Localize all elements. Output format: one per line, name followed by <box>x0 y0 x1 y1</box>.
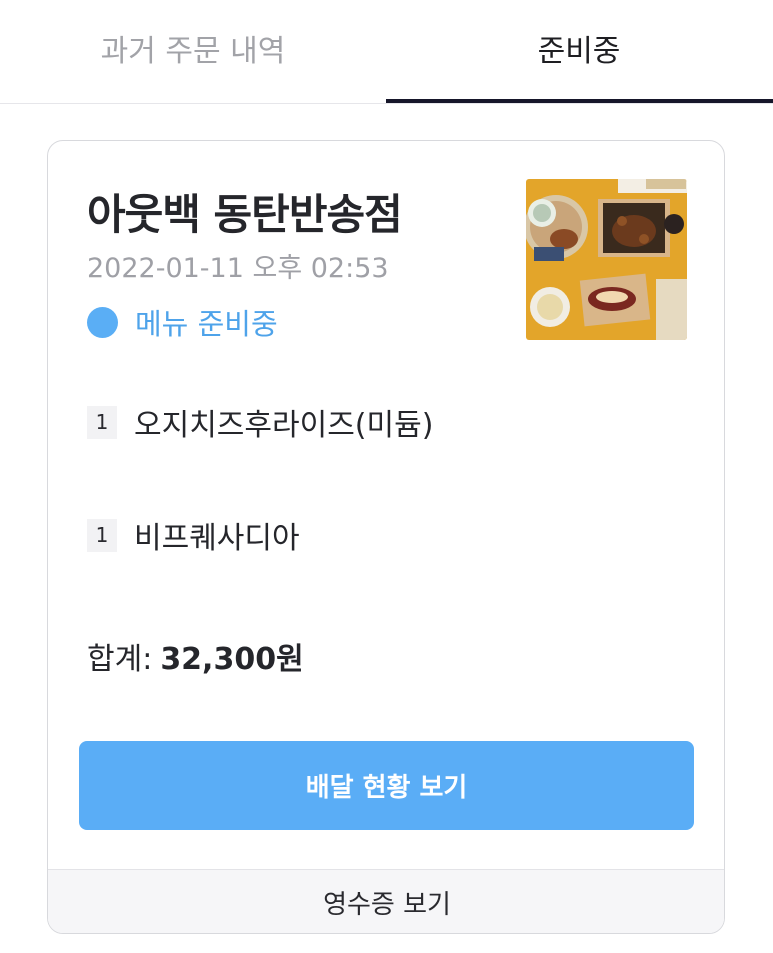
item-quantity: 1 <box>87 518 117 552</box>
order-card: 아웃백 동탄반송점 2022-01-11 오후 02:53 메뉴 준비중 1 오… <box>47 140 725 934</box>
item-quantity: 1 <box>87 405 117 439</box>
track-delivery-button[interactable]: 배달 현황 보기 <box>79 741 694 830</box>
status-label: 메뉴 준비중 <box>135 307 278 341</box>
total-label: 합계: <box>87 642 153 677</box>
order-total: 합계: 32,300원 <box>87 634 304 678</box>
status-dot-icon <box>87 306 118 338</box>
store-thumbnail <box>526 179 687 340</box>
active-tab-indicator <box>386 99 773 103</box>
store-name: 아웃백 동탄반송점 <box>87 190 403 239</box>
item-name: 비프퀘사디아 <box>134 521 300 556</box>
order-tabs: 과거 주문 내역 준비중 <box>0 0 773 104</box>
view-receipt-button[interactable]: 영수증 보기 <box>48 869 724 933</box>
order-item: 1 오지치즈후라이즈(미듐) <box>87 400 433 444</box>
order-status: 메뉴 준비중 <box>87 301 278 343</box>
order-datetime: 2022-01-11 오후 02:53 <box>87 253 389 284</box>
order-item: 1 비프퀘사디아 <box>87 513 300 557</box>
tab-past-orders[interactable]: 과거 주문 내역 <box>0 0 386 104</box>
total-value: 32,300원 <box>160 642 304 677</box>
tab-preparing[interactable]: 준비중 <box>386 0 772 104</box>
item-name: 오지치즈후라이즈(미듐) <box>134 408 434 443</box>
